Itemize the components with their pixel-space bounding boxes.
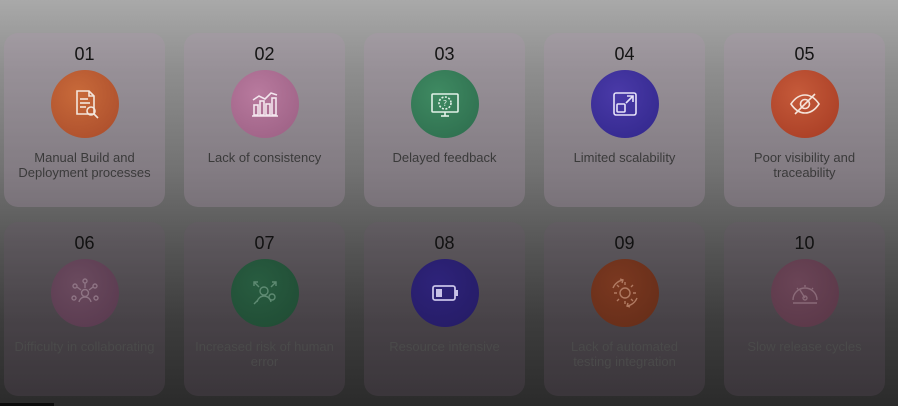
card-label: Delayed feedback [392, 150, 497, 165]
issue-card-06: 06 Difficulty in collaborating [4, 222, 165, 396]
card-number: 07 [254, 233, 275, 253]
issue-card-10: 10 Slow release cycles [724, 222, 885, 396]
card-label: Slow release cycles [747, 339, 862, 354]
speedometer-icon [770, 259, 839, 327]
issue-card-08: 08 Resource intensive [364, 222, 525, 396]
card-label: Lack of automated testing integration [571, 339, 678, 369]
card-number: 01 [74, 44, 95, 64]
card-label: Limited scalability [573, 150, 676, 165]
card-number: 05 [794, 44, 815, 64]
user-arrows-icon [230, 259, 299, 327]
card-label: Increased risk of human error [195, 339, 334, 369]
card-number: 06 [74, 233, 95, 253]
eye-slash-icon [770, 70, 839, 138]
card-label: Lack of consistency [207, 150, 322, 165]
bar-chart-icon [230, 70, 299, 138]
team-network-icon [50, 259, 119, 327]
card-label: Difficulty in collaborating [14, 339, 155, 354]
card-number: 10 [794, 233, 815, 253]
card-label: Resource intensive [389, 339, 500, 354]
issue-card-03: 03 ? Delayed feedback [364, 33, 525, 207]
battery-icon [410, 259, 479, 327]
card-number: 02 [254, 44, 275, 64]
card-number: 04 [614, 44, 635, 64]
card-number: 03 [434, 44, 455, 64]
card-label: Manual Build and Deployment processes [18, 150, 151, 180]
card-label: Poor visibility and traceability [753, 150, 856, 180]
document-search-icon [50, 70, 119, 138]
issue-card-05: 05 Poor visibility and traceability [724, 33, 885, 207]
issue-card-07: 07 Increased risk of human error [184, 222, 345, 396]
issue-card-04: 04 Limited scalability [544, 33, 705, 207]
monitor-question-icon: ? [410, 70, 479, 138]
svg-text:?: ? [442, 99, 446, 108]
issue-card-01: 01 Manual Build and Deployment processes [4, 33, 165, 207]
issue-card-02: 02 Lack of consistency [184, 33, 345, 207]
card-number: 08 [434, 233, 455, 253]
issue-card-09: 09 Lack of automated testing integration [544, 222, 705, 396]
card-number: 09 [614, 233, 635, 253]
issues-grid: 01 Manual Build and Deployment processes… [4, 33, 885, 396]
expand-icon [590, 70, 659, 138]
gear-cycle-icon [590, 259, 659, 327]
